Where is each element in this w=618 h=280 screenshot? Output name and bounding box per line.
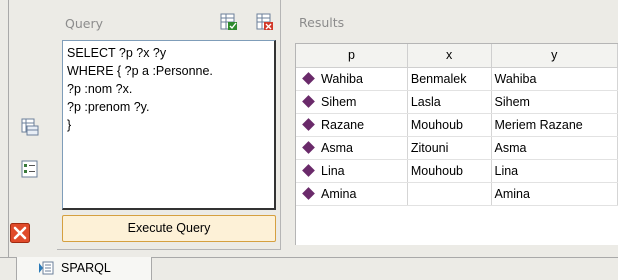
column-header-y[interactable]: y [491, 44, 618, 68]
cell-x[interactable]: Mouhoub [407, 159, 492, 183]
tab-sparql[interactable]: SPARQL [16, 257, 152, 280]
table-row[interactable]: Razane Mouhoub Meriem Razane [296, 113, 618, 137]
execute-query-button[interactable]: Execute Query [62, 215, 276, 242]
results-header-row: p x y [296, 44, 618, 68]
cell-x[interactable]: Benmalek [407, 67, 492, 91]
cell-p[interactable]: Wahiba [296, 67, 408, 91]
cell-x[interactable]: Zitouni [407, 136, 492, 160]
cell-p-text: Asma [321, 140, 353, 155]
cell-x[interactable] [407, 182, 492, 206]
individual-icon [302, 71, 315, 85]
cell-p[interactable]: Lina [296, 159, 408, 183]
individual-icon [302, 186, 315, 200]
cell-y[interactable]: Lina [491, 159, 618, 183]
sparql-tab-icon [39, 261, 54, 275]
query-panel-title: Query [65, 16, 103, 31]
cell-y[interactable]: Asma [491, 136, 618, 160]
cell-y[interactable]: Amina [491, 182, 618, 206]
table-row[interactable]: Wahiba Benmalek Wahiba [296, 67, 618, 91]
spreadsheet-green-icon[interactable] [220, 13, 238, 31]
cell-p[interactable]: Razane [296, 113, 408, 137]
table-row[interactable]: Asma Zitouni Asma [296, 136, 618, 160]
cell-y[interactable]: Meriem Razane [491, 113, 618, 137]
cell-p-text: Amina [321, 186, 357, 201]
table-row[interactable]: Lina Mouhoub Lina [296, 159, 618, 183]
spreadsheet-red-icon[interactable] [256, 13, 274, 31]
list-icon[interactable] [21, 160, 39, 178]
individual-icon [302, 163, 315, 177]
gutter-divider [8, 0, 9, 258]
column-header-p[interactable]: p [296, 44, 408, 68]
individual-icon [302, 117, 315, 131]
table-icon[interactable] [21, 118, 39, 136]
tab-sparql-label: SPARQL [61, 261, 111, 275]
results-table: p x y Wahiba Benmalek Wahiba Sihem Lasla… [296, 44, 618, 206]
individual-icon [302, 140, 315, 154]
sparql-view: Query SELECT ?p ?x ?y WHERE { ?p a :Pers… [0, 0, 618, 280]
cell-p-text: Sihem [321, 94, 357, 109]
cell-y[interactable]: Wahiba [491, 67, 618, 91]
query-editor[interactable]: SELECT ?p ?x ?y WHERE { ?p a :Personne. … [62, 40, 276, 210]
cell-p-text: Razane [321, 117, 365, 132]
table-row[interactable]: Sihem Lasla Sihem [296, 90, 618, 114]
results-panel-title: Results [299, 15, 345, 30]
cell-y[interactable]: Sihem [491, 90, 618, 114]
cell-x[interactable]: Lasla [407, 90, 492, 114]
query-panel: Query SELECT ?p ?x ?y WHERE { ?p a :Pers… [57, 0, 281, 250]
table-row[interactable]: Amina Amina [296, 182, 618, 206]
cell-p-text: Lina [321, 163, 345, 178]
cell-p-text: Wahiba [321, 71, 363, 86]
cell-p[interactable]: Sihem [296, 90, 408, 114]
individual-icon [302, 94, 315, 108]
cell-p[interactable]: Asma [296, 136, 408, 160]
column-header-x[interactable]: x [407, 44, 492, 68]
close-icon[interactable] [10, 223, 30, 243]
cell-p[interactable]: Amina [296, 182, 408, 206]
results-table-container[interactable]: p x y Wahiba Benmalek Wahiba Sihem Lasla… [295, 43, 618, 245]
cell-x[interactable]: Mouhoub [407, 113, 492, 137]
results-panel: Results p x y Wahiba Benmalek Wahiba Sih… [290, 0, 618, 250]
